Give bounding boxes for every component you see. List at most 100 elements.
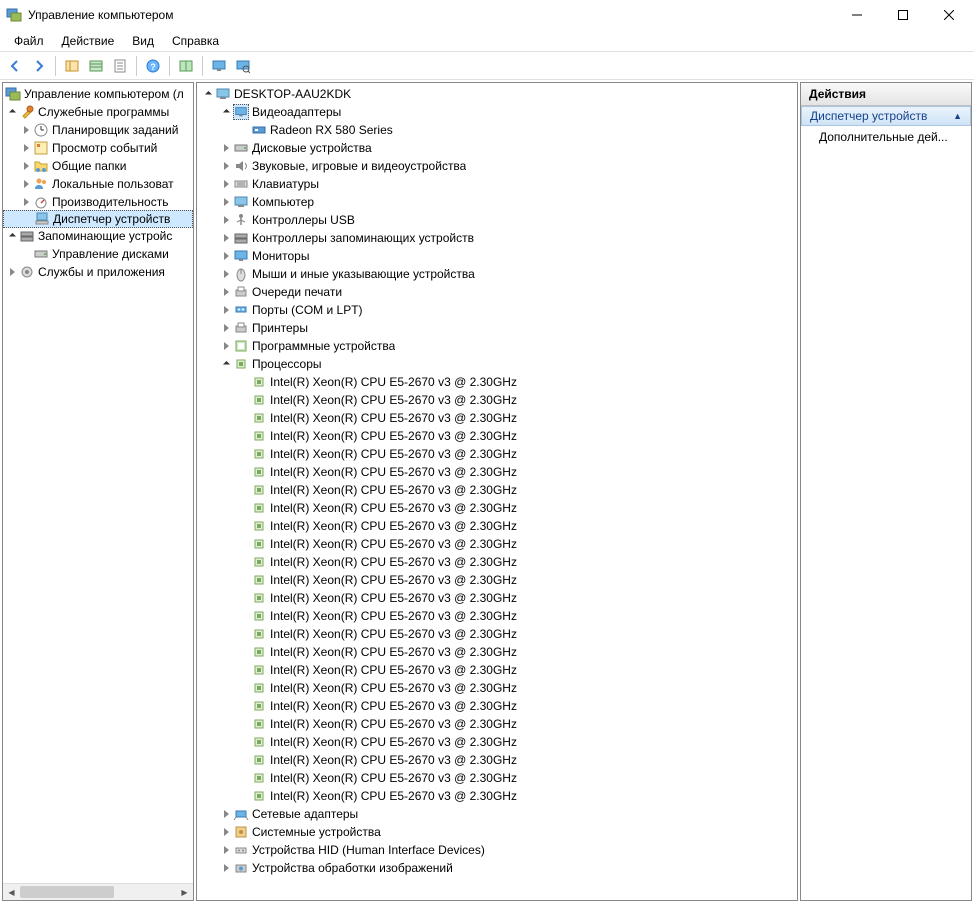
tree-cpu-instance[interactable]: Intel(R) Xeon(R) CPU E5-2670 v3 @ 2.30GH… (197, 463, 797, 481)
back-button[interactable] (4, 55, 26, 77)
tree-cpu-instance[interactable]: Intel(R) Xeon(R) CPU E5-2670 v3 @ 2.30GH… (197, 679, 797, 697)
forward-button[interactable] (28, 55, 50, 77)
tree-storage-controllers[interactable]: Контроллеры запоминающих устройств (197, 229, 797, 247)
tree-cpu-instance[interactable]: Intel(R) Xeon(R) CPU E5-2670 v3 @ 2.30GH… (197, 733, 797, 751)
tree-cpu-instance[interactable]: Intel(R) Xeon(R) CPU E5-2670 v3 @ 2.30GH… (197, 445, 797, 463)
expand-toggle[interactable] (5, 110, 19, 115)
tree-cpu-instance[interactable]: Intel(R) Xeon(R) CPU E5-2670 v3 @ 2.30GH… (197, 787, 797, 805)
expand-toggle[interactable] (219, 342, 233, 350)
tree-performance[interactable]: Производительность (3, 193, 193, 211)
tree-cpu-instance[interactable]: Intel(R) Xeon(R) CPU E5-2670 v3 @ 2.30GH… (197, 571, 797, 589)
expand-toggle[interactable] (19, 126, 33, 134)
expand-toggle[interactable] (219, 846, 233, 854)
expand-toggle[interactable] (219, 362, 233, 367)
expand-toggle[interactable] (219, 162, 233, 170)
tree-gpu[interactable]: Radeon RX 580 Series (197, 121, 797, 139)
tree-host[interactable]: DESKTOP-AAU2KDK (197, 85, 797, 103)
tree-system-devices[interactable]: Системные устройства (197, 823, 797, 841)
help-button[interactable]: ? (142, 55, 164, 77)
expand-toggle[interactable] (219, 198, 233, 206)
expand-toggle[interactable] (219, 810, 233, 818)
tree-computer[interactable]: Компьютер (197, 193, 797, 211)
scroll-track[interactable] (20, 884, 176, 900)
expand-toggle[interactable] (219, 252, 233, 260)
tree-cpu-instance[interactable]: Intel(R) Xeon(R) CPU E5-2670 v3 @ 2.30GH… (197, 409, 797, 427)
tree-processors[interactable]: Процессоры (197, 355, 797, 373)
scan-button[interactable] (232, 55, 254, 77)
expand-toggle[interactable] (219, 864, 233, 872)
tree-storage[interactable]: Запоминающие устройс (3, 227, 193, 245)
expand-toggle[interactable] (19, 144, 33, 152)
tree-event-viewer[interactable]: Просмотр событий (3, 139, 193, 157)
tree-local-users[interactable]: Локальные пользоват (3, 175, 193, 193)
expand-toggle[interactable] (19, 198, 33, 206)
tree-cpu-instance[interactable]: Intel(R) Xeon(R) CPU E5-2670 v3 @ 2.30GH… (197, 373, 797, 391)
tree-video-adapters[interactable]: Видеоадаптеры (197, 103, 797, 121)
tree-sound[interactable]: Звуковые, игровые и видеоустройства (197, 157, 797, 175)
tree-cpu-instance[interactable]: Intel(R) Xeon(R) CPU E5-2670 v3 @ 2.30GH… (197, 589, 797, 607)
tree-ports[interactable]: Порты (COM и LPT) (197, 301, 797, 319)
expand-toggle[interactable] (219, 110, 233, 115)
expand-toggle[interactable] (19, 162, 33, 170)
expand-toggle[interactable] (219, 288, 233, 296)
expand-toggle[interactable] (201, 92, 215, 97)
menu-action[interactable]: Действие (54, 32, 123, 50)
device-tree[interactable]: DESKTOP-AAU2KDKВидеоадаптерыRadeon RX 58… (197, 83, 797, 879)
properties-button[interactable] (109, 55, 131, 77)
expand-toggle[interactable] (219, 234, 233, 242)
minimize-button[interactable] (834, 0, 880, 30)
tree-software-devices[interactable]: Программные устройства (197, 337, 797, 355)
menu-file[interactable]: Файл (6, 32, 52, 50)
tree-cpu-instance[interactable]: Intel(R) Xeon(R) CPU E5-2670 v3 @ 2.30GH… (197, 499, 797, 517)
tree-cpu-instance[interactable]: Intel(R) Xeon(R) CPU E5-2670 v3 @ 2.30GH… (197, 391, 797, 409)
actions-subheader[interactable]: Диспетчер устройств ▲ (801, 106, 971, 126)
console-tree[interactable]: Управление компьютером (л Служебные прог… (3, 83, 193, 283)
tree-cpu-instance[interactable]: Intel(R) Xeon(R) CPU E5-2670 v3 @ 2.30GH… (197, 481, 797, 499)
expand-toggle[interactable] (5, 234, 19, 239)
scroll-right-button[interactable]: ▶ (176, 884, 193, 900)
tree-disk-devices[interactable]: Дисковые устройства (197, 139, 797, 157)
view-button[interactable] (85, 55, 107, 77)
expand-toggle[interactable] (219, 216, 233, 224)
scroll-left-button[interactable]: ◀ (3, 884, 20, 900)
tree-keyboards[interactable]: Клавиатуры (197, 175, 797, 193)
maximize-button[interactable] (880, 0, 926, 30)
tree-print-queues[interactable]: Очереди печати (197, 283, 797, 301)
tree-imaging[interactable]: Устройства обработки изображений (197, 859, 797, 877)
horizontal-scrollbar[interactable]: ◀ ▶ (3, 883, 193, 900)
refresh-button[interactable] (175, 55, 197, 77)
tree-services[interactable]: Службы и приложения (3, 263, 193, 281)
tree-usb[interactable]: Контроллеры USB (197, 211, 797, 229)
tree-cpu-instance[interactable]: Intel(R) Xeon(R) CPU E5-2670 v3 @ 2.30GH… (197, 751, 797, 769)
expand-toggle[interactable] (219, 324, 233, 332)
actions-more-link[interactable]: Дополнительные дей... (801, 126, 971, 148)
tree-mice[interactable]: Мыши и иные указывающие устройства (197, 265, 797, 283)
tree-device-manager[interactable]: Диспетчер устройств (3, 210, 193, 228)
tree-root[interactable]: Управление компьютером (л (3, 85, 193, 103)
tree-monitors[interactable]: Мониторы (197, 247, 797, 265)
menu-help[interactable]: Справка (164, 32, 227, 50)
tree-task-scheduler[interactable]: Планировщик заданий (3, 121, 193, 139)
expand-toggle[interactable] (19, 180, 33, 188)
tree-cpu-instance[interactable]: Intel(R) Xeon(R) CPU E5-2670 v3 @ 2.30GH… (197, 553, 797, 571)
tree-cpu-instance[interactable]: Intel(R) Xeon(R) CPU E5-2670 v3 @ 2.30GH… (197, 661, 797, 679)
scroll-thumb[interactable] (20, 886, 114, 898)
expand-toggle[interactable] (5, 268, 19, 276)
tree-shared-folders[interactable]: Общие папки (3, 157, 193, 175)
expand-toggle[interactable] (219, 306, 233, 314)
tree-cpu-instance[interactable]: Intel(R) Xeon(R) CPU E5-2670 v3 @ 2.30GH… (197, 427, 797, 445)
close-button[interactable] (926, 0, 972, 30)
menu-view[interactable]: Вид (124, 32, 162, 50)
tree-network[interactable]: Сетевые адаптеры (197, 805, 797, 823)
tree-disk-management[interactable]: Управление дисками (3, 245, 193, 263)
monitor-button[interactable] (208, 55, 230, 77)
tree-hid[interactable]: Устройства HID (Human Interface Devices) (197, 841, 797, 859)
show-hide-tree-button[interactable] (61, 55, 83, 77)
expand-toggle[interactable] (219, 270, 233, 278)
tree-cpu-instance[interactable]: Intel(R) Xeon(R) CPU E5-2670 v3 @ 2.30GH… (197, 607, 797, 625)
tree-cpu-instance[interactable]: Intel(R) Xeon(R) CPU E5-2670 v3 @ 2.30GH… (197, 625, 797, 643)
tree-cpu-instance[interactable]: Intel(R) Xeon(R) CPU E5-2670 v3 @ 2.30GH… (197, 517, 797, 535)
expand-toggle[interactable] (219, 828, 233, 836)
tree-cpu-instance[interactable]: Intel(R) Xeon(R) CPU E5-2670 v3 @ 2.30GH… (197, 769, 797, 787)
expand-toggle[interactable] (219, 144, 233, 152)
